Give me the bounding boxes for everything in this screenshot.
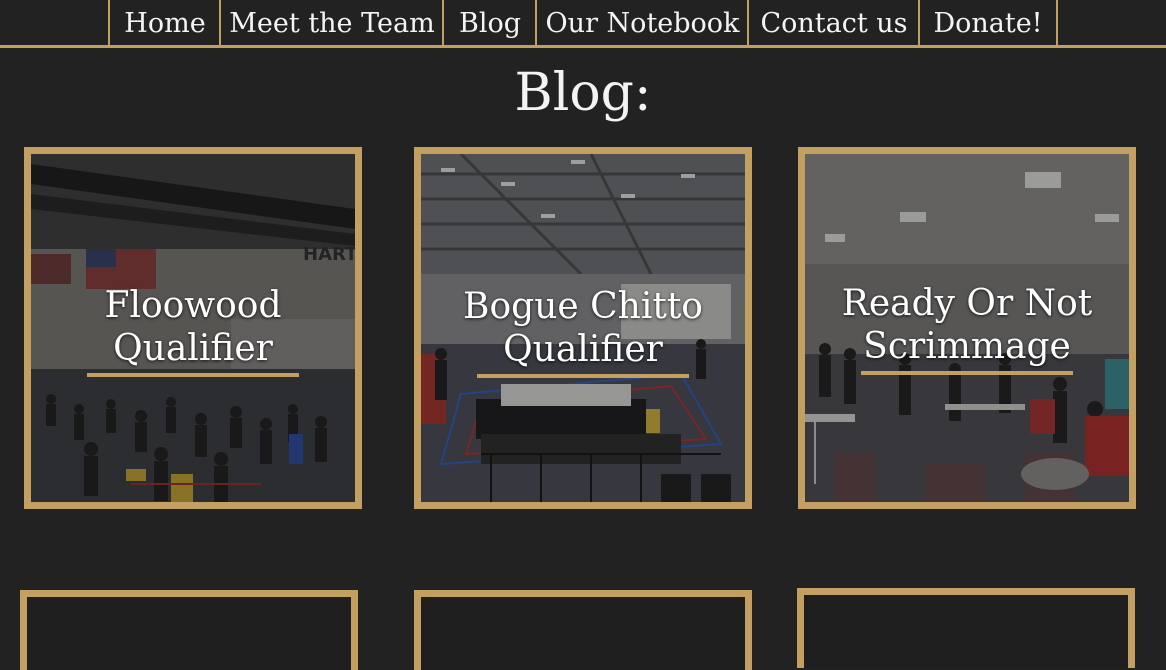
card-title-line1: Bogue Chitto <box>463 286 703 327</box>
card-title-underline <box>861 371 1073 375</box>
card-title-line1: Ready Or Not <box>841 283 1093 324</box>
card-title-line1: Floowood <box>104 285 282 326</box>
nav-divider <box>1056 0 1058 48</box>
nav-meet-the-team[interactable]: Meet the Team <box>219 0 443 48</box>
nav-home[interactable]: Home <box>108 0 220 48</box>
nav-our-notebook[interactable]: Our Notebook <box>535 0 748 48</box>
blog-card-floowood-qualifier[interactable]: HART Floowood Qualifier <box>24 147 362 509</box>
blog-card-ready-or-not-scrimmage[interactable]: Ready Or Not Scrimmage <box>798 147 1136 509</box>
card-title-line2: Scrimmage <box>863 326 1071 367</box>
top-navigation: Home Meet the Team Blog Our Notebook Con… <box>0 0 1166 48</box>
nav-blog[interactable]: Blog <box>442 0 536 48</box>
card-title-underline <box>87 373 299 377</box>
page-title: Blog: <box>514 63 652 123</box>
nav-contact-us[interactable]: Contact us <box>747 0 919 48</box>
blog-card-row2-1[interactable] <box>20 590 358 670</box>
nav-donate[interactable]: Donate! <box>918 0 1056 48</box>
blog-card-row2-2[interactable] <box>414 590 752 670</box>
blog-card-bogue-chitto-qualifier[interactable]: Bogue Chitto Qualifier <box>414 147 752 509</box>
card-title-underline <box>477 374 689 378</box>
card-title-line2: Qualifier <box>503 329 663 370</box>
card-title-line2: Qualifier <box>113 328 273 369</box>
blog-card-row2-3[interactable] <box>797 588 1135 668</box>
